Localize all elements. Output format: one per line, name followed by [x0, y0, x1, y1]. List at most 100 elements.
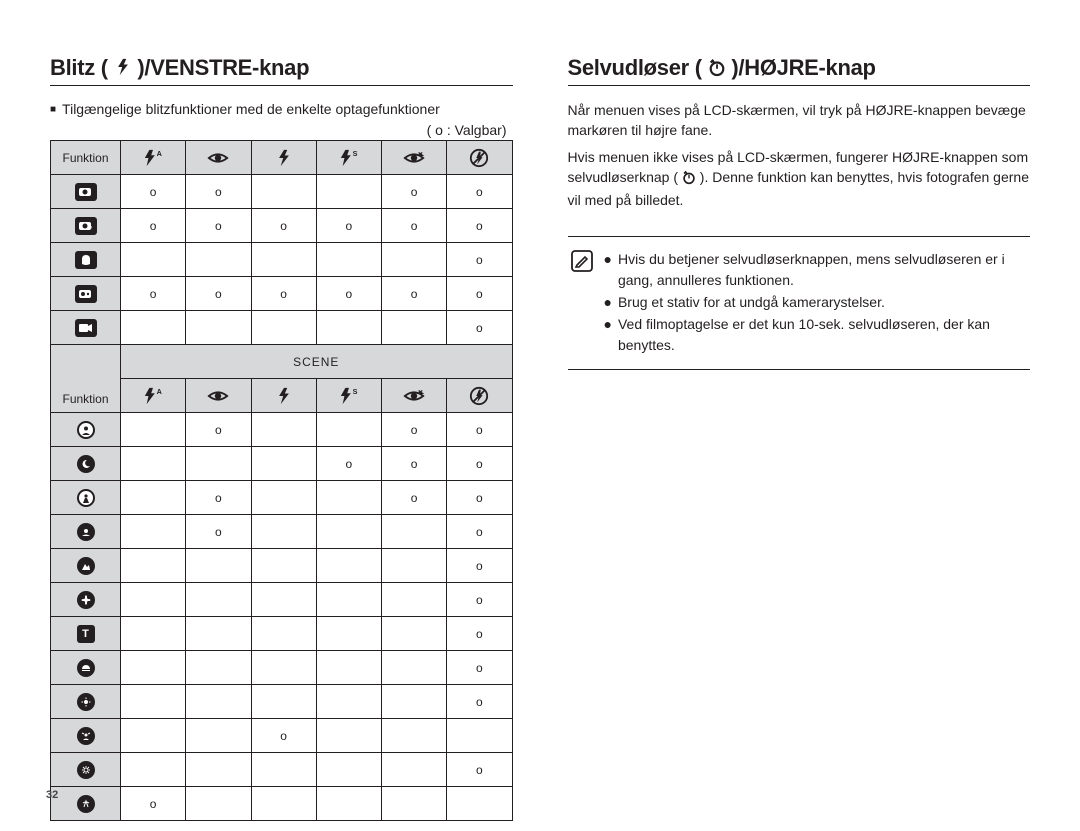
- cell: [316, 311, 381, 345]
- cell: [382, 787, 447, 821]
- cell: [316, 753, 381, 787]
- flash-off-icon: [467, 386, 491, 406]
- table-row: o: [51, 787, 513, 821]
- cell: o: [316, 209, 381, 243]
- cell: [251, 753, 316, 787]
- table-row: o: [51, 719, 513, 753]
- col-redeye-fix: [382, 141, 447, 175]
- cell: o: [316, 447, 381, 481]
- svg-text:A: A: [157, 387, 163, 396]
- scene-sunset-icon: [77, 659, 95, 677]
- cell: [121, 447, 186, 481]
- note-pencil-icon: [570, 249, 594, 356]
- cell: o: [447, 617, 512, 651]
- cell: o: [251, 209, 316, 243]
- cell: o: [447, 447, 512, 481]
- scene-label: SCENE: [121, 345, 513, 379]
- redeye-fix-icon: [402, 386, 426, 406]
- cell: [251, 243, 316, 277]
- square-bullet-icon: ■: [50, 100, 56, 120]
- col-redeye-fix-2: [382, 379, 447, 413]
- cell: [186, 787, 251, 821]
- left-intro-text: Tilgængelige blitzfunktioner med de enke…: [62, 100, 440, 120]
- cell: [447, 719, 512, 753]
- note-item: ●Ved filmoptagelse er det kun 10-sek. se…: [604, 314, 1025, 355]
- cell: o: [186, 209, 251, 243]
- redeye-icon: [206, 148, 230, 168]
- cell: [186, 685, 251, 719]
- table-row: o: [51, 651, 513, 685]
- cell: [251, 175, 316, 209]
- cell: [186, 617, 251, 651]
- mode-program-icon: P: [75, 217, 97, 235]
- right-title-prefix: Selvudløser (: [568, 55, 702, 80]
- cell: [251, 685, 316, 719]
- cell: o: [316, 277, 381, 311]
- selftimer-icon: [708, 57, 726, 83]
- cell: o: [251, 719, 316, 753]
- table-row: o: [51, 311, 513, 345]
- cell: o: [186, 515, 251, 549]
- cell: [316, 651, 381, 685]
- table-row: o o o o o o: [51, 277, 513, 311]
- scene-portrait-icon: [77, 421, 95, 439]
- col-flash-off: [447, 141, 512, 175]
- note-text: Ved filmoptagelse er det kun 10-sek. sel…: [618, 314, 1024, 355]
- mode-dis-icon: [75, 251, 97, 269]
- cell: [186, 753, 251, 787]
- table1-header-label: Funktion: [51, 141, 121, 175]
- cell: [316, 719, 381, 753]
- cell: [316, 583, 381, 617]
- table-row: oo: [51, 515, 513, 549]
- flash-fill-icon: [272, 386, 296, 406]
- col-flash-slow: S: [316, 141, 381, 175]
- cell: o: [186, 413, 251, 447]
- scene-text-icon: T: [77, 625, 95, 643]
- note-text: Hvis du betjener selvudløserknappen, men…: [618, 249, 1024, 290]
- cell: o: [382, 277, 447, 311]
- table-row: P o o o o o o: [51, 209, 513, 243]
- col-flash-fill-2: [251, 379, 316, 413]
- cell: [186, 583, 251, 617]
- cell: o: [121, 209, 186, 243]
- cell: o: [382, 447, 447, 481]
- col-flash-fill: [251, 141, 316, 175]
- col-redeye: [186, 141, 251, 175]
- cell: [251, 311, 316, 345]
- cell: [251, 515, 316, 549]
- col-redeye-2: [186, 379, 251, 413]
- cell: [121, 515, 186, 549]
- left-title-suffix: )/VENSTRE-knap: [137, 55, 309, 80]
- title-rule: [568, 85, 1031, 86]
- scene-backlight-icon: [77, 727, 95, 745]
- cell: o: [186, 175, 251, 209]
- redeye-fix-icon: [402, 148, 426, 168]
- scene-dawn-icon: [77, 693, 95, 711]
- cell: [186, 549, 251, 583]
- right-column: Selvudløser ( )/HØJRE-knap Når menuen vi…: [568, 55, 1031, 821]
- flash-table: Funktion A: [50, 140, 513, 821]
- table-row: o: [51, 753, 513, 787]
- cell: o: [447, 685, 512, 719]
- cell: o: [382, 481, 447, 515]
- right-para-1: Når menuen vises på LCD-skærmen, vil try…: [568, 100, 1031, 141]
- page-number: 32: [46, 789, 58, 801]
- cell: o: [447, 243, 512, 277]
- cell: o: [447, 515, 512, 549]
- mode-movie-icon: [75, 319, 97, 337]
- cell: o: [447, 277, 512, 311]
- scene-night-icon: [77, 455, 95, 473]
- bullet-icon: ●: [604, 292, 612, 312]
- cell: [382, 685, 447, 719]
- cell: [382, 583, 447, 617]
- table-row: o: [51, 243, 513, 277]
- left-intro: ■ Tilgængelige blitzfunktioner med de en…: [50, 100, 513, 120]
- right-title-suffix: )/HØJRE-knap: [731, 55, 875, 80]
- cell: o: [447, 175, 512, 209]
- cell: [382, 243, 447, 277]
- scene-children-icon: [77, 489, 95, 507]
- cell: o: [447, 209, 512, 243]
- flash-slow-icon: S: [337, 148, 361, 168]
- cell: [251, 583, 316, 617]
- cell: o: [186, 481, 251, 515]
